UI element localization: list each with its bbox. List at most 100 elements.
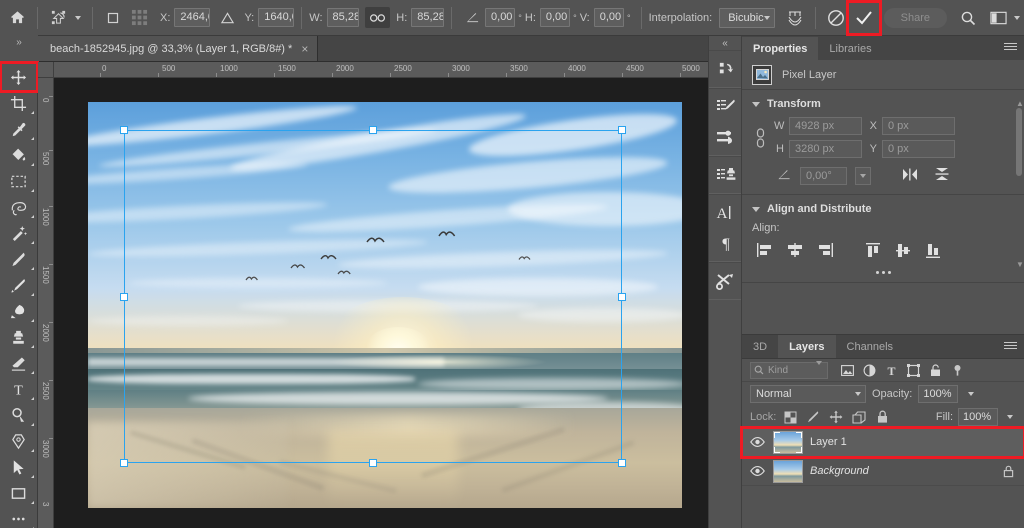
healing-brush-tool[interactable] <box>2 246 36 272</box>
lock-transparent-pixels-icon[interactable] <box>781 408 799 426</box>
share-button[interactable]: Share <box>884 8 947 28</box>
home-icon[interactable] <box>4 5 30 31</box>
lock-position-icon[interactable] <box>827 408 845 426</box>
layer-filter-kind-select[interactable]: Kind <box>750 362 828 379</box>
transform-handle-middle-right[interactable] <box>618 293 626 301</box>
toolbar-expander[interactable]: » <box>0 35 38 61</box>
close-icon[interactable]: × <box>301 43 308 55</box>
angle-input[interactable]: 0,00 <box>485 8 515 27</box>
reference-point-toggle[interactable] <box>100 5 126 31</box>
opacity-dropdown[interactable] <box>964 385 977 403</box>
search-icon[interactable] <box>955 5 981 31</box>
free-transform-icon[interactable] <box>45 5 71 31</box>
panel-menu-icon[interactable] <box>1004 342 1017 351</box>
magic-wand-tool[interactable] <box>2 220 36 246</box>
ruler-origin-corner[interactable] <box>38 62 54 78</box>
dodge-tool[interactable] <box>2 402 36 428</box>
prop-y-input[interactable]: 0 px <box>882 140 955 158</box>
filter-shape-layers-icon[interactable] <box>902 360 924 380</box>
align-section-header[interactable]: Align and Distribute <box>742 203 1024 222</box>
document-image[interactable] <box>88 102 682 508</box>
tab-channels[interactable]: Channels <box>836 335 904 358</box>
tab-libraries[interactable]: Libraries <box>818 37 882 60</box>
tab-3d[interactable]: 3D <box>742 335 778 358</box>
commit-transform-checkmark[interactable] <box>849 3 879 33</box>
scrollbar-thumb[interactable] <box>1016 108 1022 176</box>
switch-warp-mode-icon[interactable] <box>782 5 808 31</box>
eyedropper-tool[interactable] <box>2 116 36 142</box>
transform-handle-bottom-left[interactable] <box>120 459 128 467</box>
tab-properties[interactable]: Properties <box>742 37 818 60</box>
lasso-tool[interactable] <box>2 194 36 220</box>
skew-h-input[interactable]: 0,00 <box>540 8 570 27</box>
align-horizontal-centers-button[interactable] <box>782 239 808 261</box>
more-options-dots[interactable] <box>876 271 891 274</box>
document-viewport[interactable] <box>54 78 708 528</box>
eraser-tool[interactable] <box>2 350 36 376</box>
brush-tool[interactable] <box>2 272 36 298</box>
x-input[interactable]: 2464,00 px <box>174 8 210 27</box>
collapse-panels-icon[interactable]: « <box>709 36 741 50</box>
table-row[interactable]: Layer 1 <box>742 428 1024 457</box>
gradient-tool[interactable] <box>2 298 36 324</box>
align-vertical-centers-button[interactable] <box>890 239 916 261</box>
path-selection-tool[interactable] <box>2 454 36 480</box>
align-left-edges-button[interactable] <box>752 239 778 261</box>
lock-image-pixels-icon[interactable] <box>804 408 822 426</box>
relative-position-icon[interactable] <box>214 5 240 31</box>
scroll-down-arrow-icon[interactable]: ▼ <box>1016 260 1024 269</box>
transform-handle-middle-left[interactable] <box>120 293 128 301</box>
rectangle-tool[interactable] <box>2 480 36 506</box>
rectangular-marquee-tool[interactable] <box>2 168 36 194</box>
cancel-transform-icon[interactable] <box>823 5 849 31</box>
layer-visibility-eye-icon[interactable] <box>748 437 766 447</box>
opacity-input[interactable]: 100% <box>918 385 958 403</box>
clone-source-rail-icon[interactable] <box>709 160 743 190</box>
character-rail-icon[interactable]: A <box>709 198 743 228</box>
filter-toggle-icon[interactable] <box>946 360 968 380</box>
filter-smart-object-icon[interactable] <box>924 360 946 380</box>
tools-rail-icon[interactable] <box>709 266 743 296</box>
y-input[interactable]: 1640,00 px <box>258 8 294 27</box>
brush-settings-rail-icon[interactable] <box>709 92 743 122</box>
layer-name[interactable]: Background <box>810 465 993 477</box>
transform-section-header[interactable]: Transform <box>742 98 1024 117</box>
width-input[interactable]: 85,28% <box>327 8 360 27</box>
fill-input[interactable]: 100% <box>958 408 998 426</box>
transform-handle-top-left[interactable] <box>120 126 128 134</box>
properties-scrollbar[interactable]: ▲ ▼ <box>1015 100 1023 330</box>
pen-tool[interactable] <box>2 428 36 454</box>
interpolation-select[interactable]: Bicubic <box>719 8 774 28</box>
type-tool[interactable]: T <box>2 376 36 402</box>
lock-artboard-nesting-icon[interactable] <box>850 408 868 426</box>
align-top-edges-button[interactable] <box>860 239 886 261</box>
layer-name[interactable]: Layer 1 <box>810 436 1016 448</box>
prop-height-input[interactable]: 3280 px <box>789 140 862 158</box>
workspace-switcher-icon[interactable] <box>985 5 1011 31</box>
crop-tool[interactable] <box>2 90 36 116</box>
scroll-up-arrow-icon[interactable]: ▲ <box>1016 99 1024 108</box>
align-bottom-edges-button[interactable] <box>920 239 946 261</box>
rotate-input[interactable]: 0,00° <box>800 167 847 185</box>
sliders-rail-icon[interactable] <box>709 122 743 152</box>
transform-handle-top-right[interactable] <box>618 126 626 134</box>
reference-point-grid[interactable] <box>126 5 152 31</box>
horizontal-ruler[interactable]: 0 500 1000 1500 2000 2500 3000 3500 4000… <box>38 62 708 78</box>
blend-mode-select[interactable]: Normal <box>750 385 866 403</box>
flip-horizontal-icon[interactable] <box>901 167 919 185</box>
rotate-dropdown[interactable] <box>855 167 871 185</box>
layer-visibility-eye-icon[interactable] <box>748 466 766 476</box>
maintain-aspect-ratio-link[interactable] <box>365 7 390 28</box>
filter-pixel-layers-icon[interactable] <box>836 360 858 380</box>
panel-menu-icon[interactable] <box>1004 43 1017 52</box>
vertical-ruler[interactable]: 0 500 1000 1500 2000 2500 3000 3 <box>38 78 54 528</box>
document-tab[interactable]: beach-1852945.jpg @ 33,3% (Layer 1, RGB/… <box>38 36 318 61</box>
move-tool[interactable] <box>2 64 36 90</box>
paragraph-rail-icon[interactable]: ¶ <box>709 228 743 258</box>
libraries-rail-icon[interactable] <box>709 54 743 84</box>
prop-width-input[interactable]: 4928 px <box>789 117 862 135</box>
filter-type-layers-icon[interactable]: T <box>880 360 902 380</box>
prop-x-input[interactable]: 0 px <box>882 117 955 135</box>
table-row[interactable]: Background <box>742 457 1024 486</box>
tab-layers[interactable]: Layers <box>778 335 835 358</box>
